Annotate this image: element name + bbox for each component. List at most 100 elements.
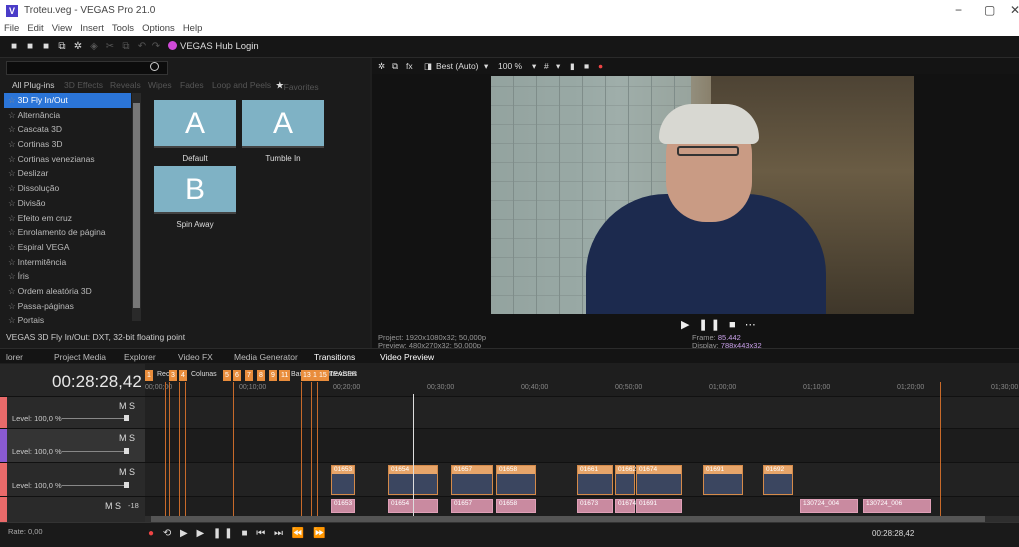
track-header[interactable]: M S Level: 100,0 % xyxy=(0,428,145,462)
track-header[interactable]: M S Level: 100,0 % xyxy=(0,462,145,496)
open-icon[interactable]: ■ xyxy=(24,41,36,53)
copy-snapshot-icon[interactable]: ▮ xyxy=(570,61,575,72)
playhead[interactable] xyxy=(413,394,414,516)
tab-project-media[interactable]: Project Media xyxy=(54,352,106,362)
tab-media-generator[interactable]: Media Generator xyxy=(234,352,298,362)
marker-8[interactable]: 8 xyxy=(257,370,265,381)
level-slider[interactable] xyxy=(62,485,124,486)
search-icon[interactable] xyxy=(150,62,159,71)
record-icon[interactable]: ● xyxy=(598,61,603,71)
timeline-transport-controls[interactable]: ● ⟲ ▶ ▶ ❚❚ ■ ⏮ ⏭ ⏪ ⏩ xyxy=(148,528,329,539)
audio-clip[interactable]: 01691 xyxy=(636,499,682,513)
favorite-star-icon[interactable]: ☆ xyxy=(8,242,16,252)
preview-transport[interactable]: ▶ ❚❚ ■ ⋯ xyxy=(681,318,759,331)
marker-5[interactable]: 5 xyxy=(223,370,231,381)
video-track-lane[interactable]: 01653 01654 01657 01658 01661 01662 01674 01691… xyxy=(145,462,1019,496)
preset-thumbnail-default[interactable]: A xyxy=(154,100,236,148)
video-clip[interactable]: 01661 xyxy=(577,465,613,495)
transition-list-item[interactable]: ☆ Divisão xyxy=(4,196,131,211)
minimize-button[interactable]: − xyxy=(955,3,962,17)
tab-transitions[interactable]: Transitions xyxy=(314,352,355,362)
transition-list-item[interactable]: ☆ Dissolução xyxy=(4,181,131,196)
favorite-star-icon[interactable]: ☆ xyxy=(8,227,16,237)
video-track-lane[interactable] xyxy=(145,428,1019,462)
mute-solo[interactable]: M S xyxy=(105,501,121,511)
properties-icon[interactable]: ⧉ xyxy=(56,41,68,53)
tab-wipes[interactable]: Wipes xyxy=(148,80,172,90)
marker-11[interactable]: 11 xyxy=(279,370,291,381)
favorite-star-icon[interactable]: ☆ xyxy=(8,168,16,178)
audio-clip[interactable]: 01657 xyxy=(451,499,493,513)
search-input[interactable] xyxy=(6,61,168,75)
menu-file[interactable]: File xyxy=(0,22,23,36)
favorite-star-icon[interactable]: ☆ xyxy=(8,213,16,223)
transition-list-item[interactable]: ☆ Ordem aleatória 3D xyxy=(4,284,131,299)
transition-list-item[interactable]: ☆ Passa-páginas xyxy=(4,299,131,314)
marker-6[interactable]: 6 xyxy=(233,370,241,381)
cut-icon[interactable]: ✂ xyxy=(104,41,116,53)
level-slider[interactable] xyxy=(62,451,124,452)
save-icon[interactable]: ■ xyxy=(40,41,52,53)
audio-clip[interactable]: 01653 xyxy=(331,499,355,513)
scrollbar-thumb[interactable] xyxy=(133,103,140,308)
transition-list-item[interactable]: ☆ Cortinas venezianas xyxy=(4,152,131,167)
track-header[interactable]: M S Level: 100,0 % xyxy=(0,396,145,428)
render-icon[interactable]: ◈ xyxy=(88,41,100,53)
video-clip[interactable]: 01691 xyxy=(703,465,743,495)
preview-settings-icon[interactable]: ✲ xyxy=(378,61,385,72)
mute-solo[interactable]: M S xyxy=(119,401,135,411)
menu-view[interactable]: View xyxy=(48,22,76,36)
favorite-star-icon[interactable]: ☆ xyxy=(8,257,16,267)
favorite-star-icon[interactable]: ☆ xyxy=(8,95,16,105)
audio-clip[interactable]: 01674 xyxy=(615,499,636,513)
zoom-dropdown[interactable]: 100 % xyxy=(498,61,522,71)
preview-quality-dropdown[interactable]: Best (Auto) xyxy=(436,61,479,71)
mute-solo[interactable]: M S xyxy=(119,433,135,443)
dropdown-arrow-icon[interactable]: ▾ xyxy=(532,61,536,72)
transition-list-item[interactable]: ☆ Deslizar xyxy=(4,166,131,181)
menu-tools[interactable]: Tools xyxy=(108,22,138,36)
slider-knob[interactable] xyxy=(124,448,129,454)
transition-list-item[interactable]: ☆ Alternância xyxy=(4,108,131,123)
video-clip[interactable]: 01662 xyxy=(615,465,636,495)
video-clip[interactable]: 01692 xyxy=(763,465,793,495)
favorite-star-icon[interactable]: ☆ xyxy=(8,124,16,134)
favorite-star-icon[interactable]: ☆ xyxy=(8,271,16,281)
favorite-star-icon[interactable]: ☆ xyxy=(8,301,16,311)
settings-icon[interactable]: ✲ xyxy=(72,41,84,53)
audio-clip[interactable]: 130724_006 xyxy=(863,499,931,513)
slider-knob[interactable] xyxy=(124,482,129,488)
tab-all-plugins[interactable]: All Plug-ins xyxy=(12,80,55,90)
tab-video-fx[interactable]: Video FX xyxy=(178,352,213,362)
audio-track-lane[interactable]: 01653 01654 01657 01658 01673 01674 01691 13072… xyxy=(145,496,1019,516)
favorite-star-icon[interactable]: ☆ xyxy=(8,198,16,208)
timeline[interactable]: 1Reci34Colunas5678911Banh1314entrevistas… xyxy=(145,364,1019,516)
transition-list-item[interactable]: ☆ Efeito em cruz xyxy=(4,211,131,226)
level-slider[interactable] xyxy=(62,418,124,419)
external-monitor-icon[interactable]: ⧉ xyxy=(392,61,398,72)
video-clip[interactable]: 01657 xyxy=(451,465,493,495)
save-snapshot-icon[interactable]: ■ xyxy=(584,61,589,71)
audio-clip[interactable]: 01673 xyxy=(577,499,613,513)
copy-icon[interactable]: ⧉ xyxy=(120,41,132,53)
tab-video-preview[interactable]: Video Preview xyxy=(380,352,434,362)
tab-fades[interactable]: Fades xyxy=(180,80,204,90)
menu-insert[interactable]: Insert xyxy=(76,22,108,36)
favorite-star-icon[interactable]: ☆ xyxy=(8,315,16,325)
tab-explorer-partial[interactable]: lorer xyxy=(6,352,23,362)
preset-thumbnail-tumble-in[interactable]: A xyxy=(242,100,324,148)
list-scrollbar[interactable] xyxy=(132,93,141,321)
favorite-star-icon[interactable]: ☆ xyxy=(8,286,16,296)
favorite-star-icon[interactable]: ☆ xyxy=(8,139,16,149)
transition-list-item[interactable]: ☆ Cortinas 3D xyxy=(4,137,131,152)
maximize-button[interactable]: ▢ xyxy=(984,3,995,17)
close-button[interactable]: ✕ xyxy=(1010,3,1019,17)
audio-clip[interactable]: 01658 xyxy=(496,499,536,513)
marker-9[interactable]: 9 xyxy=(269,370,277,381)
transition-list-item[interactable]: ☆ 3D Fly In/Out xyxy=(4,93,131,108)
vegas-hub-login-button[interactable]: VEGAS Hub Login xyxy=(168,41,259,52)
transition-list-item[interactable]: ☆ Íris xyxy=(4,269,131,284)
favorite-star-icon[interactable]: ☆ xyxy=(8,110,16,120)
favorite-star-icon[interactable]: ☆ xyxy=(8,183,16,193)
preset-thumbnail-spin-away[interactable]: B xyxy=(154,166,236,214)
